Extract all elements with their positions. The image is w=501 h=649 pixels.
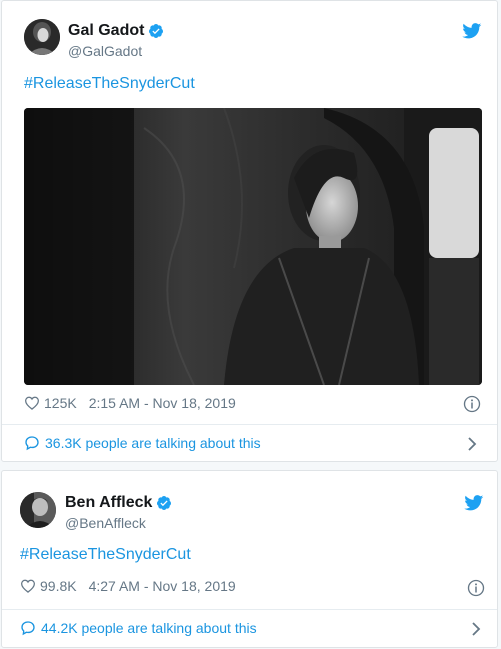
like-count[interactable]: 99.8K (40, 578, 77, 594)
tweet-meta: 125K 2:15 AM - Nov 18, 2019 (24, 395, 236, 411)
heart-icon[interactable] (20, 579, 36, 593)
heart-icon[interactable] (24, 396, 40, 410)
tweet-timestamp[interactable]: 2:15 AM - Nov 18, 2019 (89, 395, 236, 411)
twitter-bird-icon[interactable] (462, 23, 482, 39)
tweet-card-gal-gadot: Gal Gadot @GalGadot #ReleaseTheSnyderCut (1, 0, 498, 462)
author-name-text[interactable]: Ben Affleck (65, 494, 152, 511)
tweet-card-ben-affleck: Ben Affleck @BenAffleck #ReleaseTheSnyde… (1, 470, 498, 648)
hashtag-link[interactable]: #ReleaseTheSnyderCut (20, 546, 191, 564)
avatar-gal-gadot[interactable] (24, 19, 60, 55)
speech-bubble-icon (25, 436, 39, 451)
tweet-timestamp[interactable]: 4:27 AM - Nov 18, 2019 (89, 578, 236, 594)
verified-badge-icon (149, 23, 164, 38)
author-handle[interactable]: @BenAffleck (65, 515, 146, 531)
chevron-right-icon[interactable] (467, 437, 477, 451)
tweet-meta: 99.8K 4:27 AM - Nov 18, 2019 (20, 578, 236, 594)
author-handle[interactable]: @GalGadot (68, 43, 142, 59)
info-icon[interactable] (463, 395, 481, 413)
tweet-photo[interactable] (24, 108, 482, 385)
like-count[interactable]: 125K (44, 395, 77, 411)
chevron-right-icon[interactable] (471, 622, 481, 636)
hashtag-link[interactable]: #ReleaseTheSnyderCut (24, 75, 195, 93)
author-name[interactable]: Ben Affleck (65, 494, 172, 512)
info-icon[interactable] (467, 579, 485, 597)
avatar-ben-affleck[interactable] (20, 492, 56, 528)
twitter-bird-icon[interactable] (464, 495, 484, 511)
conversation-text[interactable]: 44.2K people are talking about this (41, 620, 257, 636)
divider (2, 424, 497, 425)
author-name-text[interactable]: Gal Gadot (68, 22, 144, 39)
author-name[interactable]: Gal Gadot (68, 22, 164, 40)
conversation-link[interactable]: 44.2K people are talking about this (20, 620, 257, 636)
verified-badge-icon (157, 495, 172, 510)
speech-bubble-icon (21, 621, 35, 636)
divider (2, 609, 497, 610)
conversation-text[interactable]: 36.3K people are talking about this (45, 435, 261, 451)
conversation-link[interactable]: 36.3K people are talking about this (24, 435, 261, 451)
